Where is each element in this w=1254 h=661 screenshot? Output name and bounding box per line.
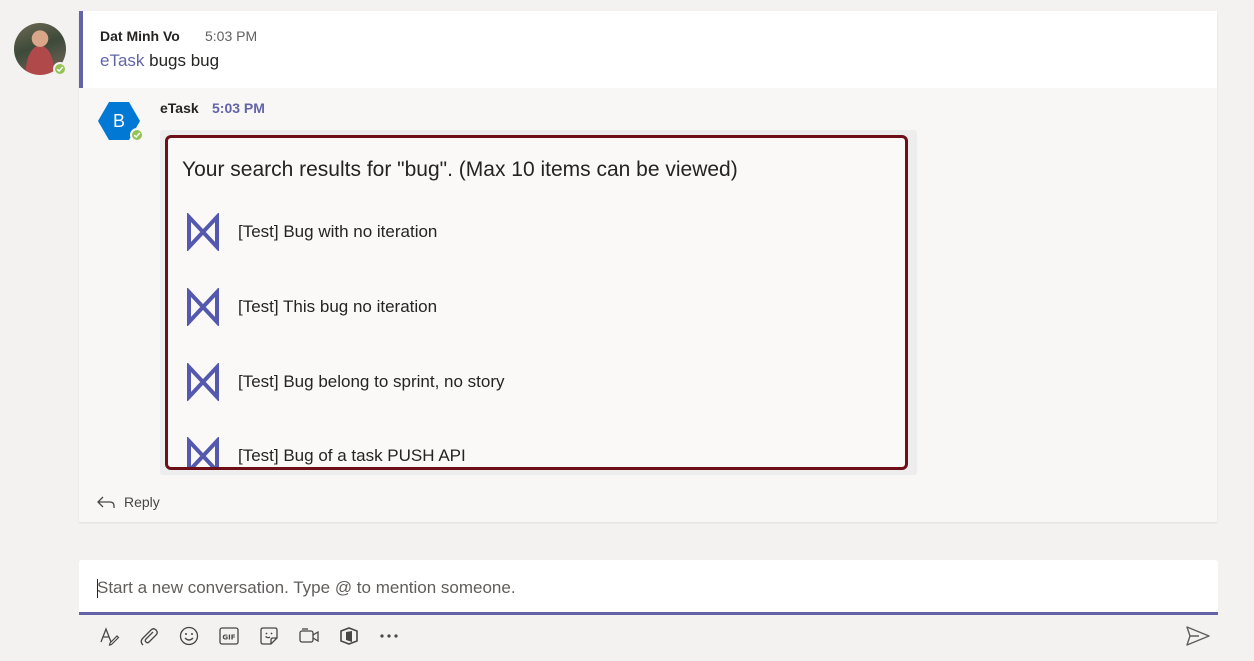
meet-now-icon: [299, 628, 319, 643]
reply-label: Reply: [124, 494, 160, 510]
message-body: bugs bug: [144, 51, 220, 70]
format-icon: [100, 627, 120, 646]
card-title: Your search results for "bug". (Max 10 i…: [182, 158, 738, 181]
result-item[interactable]: [Test] Bug of a task PUSH API: [185, 436, 885, 467]
work-item-icon: [187, 288, 219, 326]
work-item-icon: [187, 213, 219, 251]
more-options-button[interactable]: [375, 622, 403, 650]
sticker-icon: [260, 627, 278, 645]
mention-etask[interactable]: eTask: [100, 51, 144, 70]
app-icon: [340, 627, 358, 645]
compose-toolbar: GIF: [95, 622, 415, 650]
reply-button[interactable]: Reply: [97, 494, 160, 510]
result-label: [Test] Bug of a task PUSH API: [238, 446, 466, 465]
message-timestamp: 5:03 PM: [205, 28, 258, 44]
new-conversation-input[interactable]: [97, 574, 1197, 602]
attach-icon: [140, 628, 158, 646]
more-options-icon: [380, 634, 398, 638]
bot-avatar[interactable]: B: [98, 101, 144, 142]
available-status-icon: [53, 62, 67, 76]
bot-name[interactable]: eTask: [160, 100, 199, 116]
user-avatar[interactable]: [14, 23, 67, 76]
format-button[interactable]: [95, 622, 123, 650]
compose-box[interactable]: [79, 560, 1218, 615]
emoji-icon: [179, 626, 199, 646]
result-item[interactable]: [Test] Bug with no iteration: [185, 212, 885, 252]
result-label: [Test] This bug no iteration: [238, 297, 438, 316]
send-icon: [1186, 626, 1210, 646]
work-item-icon: [187, 363, 219, 401]
text-caret: [97, 579, 98, 598]
available-status-icon: [130, 128, 144, 142]
sender-name[interactable]: Dat Minh Vo: [100, 28, 180, 44]
attach-button[interactable]: [135, 622, 163, 650]
svg-text:GIF: GIF: [222, 634, 235, 642]
result-label: [Test] Bug with no iteration: [238, 222, 438, 241]
app-button[interactable]: [335, 622, 363, 650]
root-message: Dat Minh Vo 5:03 PM eTask bugs bug: [79, 11, 1217, 88]
result-item[interactable]: [Test] This bug no iteration: [185, 287, 885, 327]
emoji-button[interactable]: [175, 622, 203, 650]
result-label: [Test] Bug belong to sprint, no story: [238, 372, 505, 391]
send-button[interactable]: [1185, 624, 1211, 648]
message-text: eTask bugs bug: [100, 51, 219, 71]
reply-arrow-icon: [97, 496, 115, 508]
result-item[interactable]: [Test] Bug belong to sprint, no story: [185, 362, 885, 402]
meet-now-button[interactable]: [295, 622, 323, 650]
work-item-icon: [187, 437, 219, 467]
gif-button[interactable]: GIF: [215, 622, 243, 650]
bot-timestamp: 5:03 PM: [212, 100, 265, 116]
search-results-card: Your search results for "bug". (Max 10 i…: [165, 135, 908, 470]
gif-icon: GIF: [219, 627, 239, 645]
sticker-button[interactable]: [255, 622, 283, 650]
